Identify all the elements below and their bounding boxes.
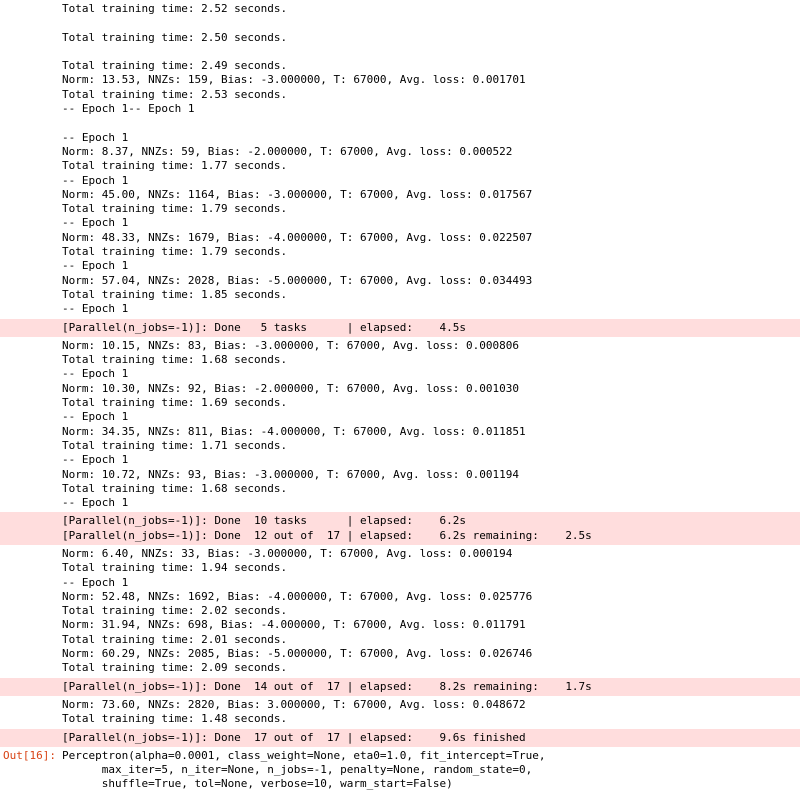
stderr-block-7: [Parallel(n_jobs=-1)]: Done 17 out of 17… [62,729,800,747]
stream-prompt [0,696,62,729]
stdout-block-6: Norm: 73.60, NNZs: 2820, Bias: 3.000000,… [62,696,800,729]
stream-prompt [0,319,62,337]
output-prompt: Out[16]: [0,747,62,794]
stream-prompt [0,729,62,747]
stream-prompt [0,337,62,513]
stderr-block-5: [Parallel(n_jobs=-1)]: Done 14 out of 17… [62,678,800,696]
stream-prompt [0,678,62,696]
stream-prompt [0,545,62,678]
stdout-block-4: Norm: 6.40, NNZs: 33, Bias: -3.000000, T… [62,545,800,678]
stream-prompt [0,512,62,545]
stderr-block-1: [Parallel(n_jobs=-1)]: Done 5 tasks | el… [62,319,800,337]
stdout-block-2: Norm: 10.15, NNZs: 83, Bias: -3.000000, … [62,337,800,513]
stdout-block-0: Total training time: 2.52 seconds. Total… [62,0,800,319]
output-repr: Perceptron(alpha=0.0001, class_weight=No… [62,747,800,794]
stream-prompt [0,0,62,319]
stderr-block-3: [Parallel(n_jobs=-1)]: Done 10 tasks | e… [62,512,800,545]
